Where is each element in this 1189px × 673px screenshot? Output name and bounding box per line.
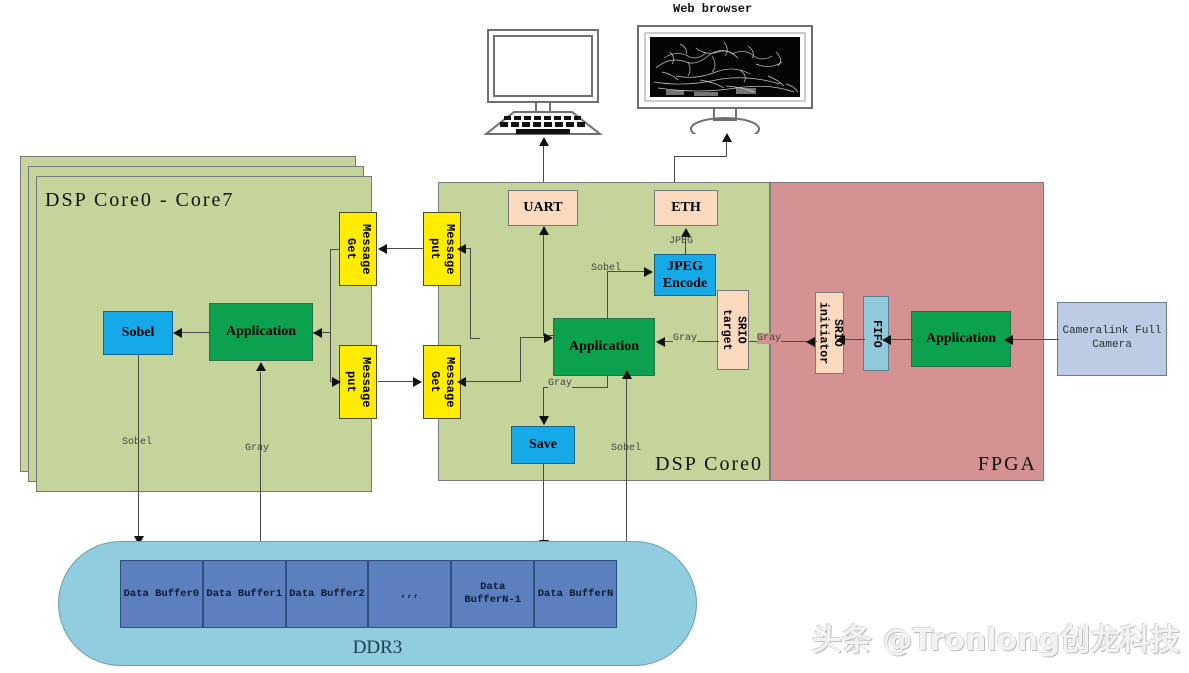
watermark: 头条 @Tronlong创龙科技 (812, 623, 1181, 658)
buffer-cell-n-minus-1[interactable]: Data BufferN-1 (451, 560, 535, 628)
edge-left-app-joint (330, 332, 332, 333)
node-fpga-application[interactable]: Application (911, 311, 1011, 367)
dsp-core0-label: DSP Core0 (655, 453, 763, 475)
node-left-application[interactable]: Application (209, 303, 313, 361)
edge-label-gray-srio: Gray (673, 333, 698, 344)
edge-put-to-get-upper (387, 248, 424, 250)
node-eth[interactable]: ETH (654, 190, 718, 226)
srio-target-label: SRIO target (720, 309, 748, 351)
arrowhead-fifo-srio (836, 335, 845, 345)
edge-app-up-sobel (607, 271, 609, 319)
arrowhead-app-uart (539, 226, 549, 235)
edge-fifo-to-srio (845, 339, 865, 341)
arrowhead-app-msgput (457, 244, 466, 254)
arrowhead-gray-save (539, 416, 549, 425)
diagram-canvas: Web browser DSP Core0 - Core7 DSP Core0 … (0, 0, 1189, 673)
arrowhead-msgget-back (457, 377, 466, 387)
arrowhead-app-sobel (173, 328, 182, 338)
node-message-put-mid[interactable]: Message put (423, 212, 461, 286)
dsp-multicore-label: DSP Core0 - Core7 (45, 189, 235, 211)
arrowhead-srio-link (806, 337, 815, 347)
edge-ddr-to-app-sobel (626, 378, 628, 548)
arrowhead-app-fifo (882, 335, 891, 345)
node-message-get-mid[interactable]: Message Get (423, 345, 461, 419)
edge-app-to-fifo (891, 339, 913, 341)
node-cameralink-camera[interactable]: Cameralink Full Camera (1057, 302, 1167, 376)
edge-label-sobel-ddr: Sobel (611, 443, 642, 454)
edge-label-gray-save: Gray (548, 378, 573, 389)
message-get-left-label: Message Get (344, 223, 373, 275)
edge-msgget-into-app (520, 337, 545, 339)
arrowhead-eth-monitor (722, 133, 732, 142)
edge-label-jpeg: JPEG (669, 236, 694, 247)
laptop-display (483, 29, 603, 135)
edge-eth-to-monitor (726, 142, 728, 157)
edge-msgget-to-app-h (461, 381, 521, 383)
arrowhead-put-get-lower (413, 377, 422, 387)
buffer-cell-2[interactable]: Data Buffer2 (285, 560, 369, 628)
edge-app-to-msgput (470, 248, 472, 338)
arrowhead-sobel-jpeg (644, 267, 653, 277)
node-jpeg-encode[interactable]: JPEG Encode (654, 254, 716, 296)
message-get-mid-label: Message Get (428, 356, 457, 408)
edge-gray-to-app-left (260, 372, 262, 548)
edge-app-to-sobel (182, 332, 210, 334)
edge-app-gray-v (543, 387, 545, 417)
srio-initiator-label: SRIO initiator (816, 301, 844, 365)
node-left-sobel[interactable]: Sobel (103, 311, 173, 355)
edge-label-sobel-jpeg: Sobel (591, 263, 622, 274)
arrowhead-camera-app (1004, 335, 1013, 345)
arrowhead-uart-laptop (539, 137, 549, 146)
node-mid-application[interactable]: Application (553, 318, 655, 376)
edge-getleft-stub (330, 249, 340, 251)
ddr3-buffer-row: Data Buffer0 Data Buffer1 Data Buffer2 ,… (120, 560, 617, 628)
node-srio-target[interactable]: SRIO target (717, 290, 749, 370)
edge-msgget-to-app-v (520, 337, 522, 382)
edge-label-gray-fpga: Gray (757, 333, 782, 344)
web-browser-monitor (637, 25, 813, 134)
buffer-cell-ellipsis[interactable]: ,,, (368, 560, 452, 628)
message-put-mid-label: Message put (428, 223, 457, 275)
edge-app-to-uart (543, 227, 545, 335)
arrowhead-into-left-app (313, 328, 322, 338)
edge-getleft-down (330, 249, 332, 382)
node-srio-initiator[interactable]: SRIO initiator (815, 292, 844, 374)
arrowhead-put-get-upper (378, 244, 387, 254)
edge-eth-across (674, 156, 727, 158)
arrowhead-ddr-app-sobel (622, 370, 632, 379)
arrowhead-msgget-app (544, 333, 553, 343)
buffer-cell-1[interactable]: Data Buffer1 (202, 560, 286, 628)
edge-app-gray-stub (607, 376, 609, 388)
fpga-label: FPGA (977, 453, 1037, 475)
message-put-left-label: Message put (344, 356, 373, 408)
node-message-get-left[interactable]: Message Get (339, 212, 377, 286)
arrowhead-gray-app-left (256, 362, 266, 371)
buffer-cell-n[interactable]: Data BufferN (534, 560, 617, 628)
node-save[interactable]: Save (511, 426, 575, 464)
ddr3-label: DDR3 (352, 637, 403, 658)
arrowhead-to-putleft (332, 377, 341, 387)
edge-label-gray-left: Gray (245, 443, 270, 454)
edge-label-sobel-left: Sobel (122, 437, 153, 448)
arrowhead-srio-app (656, 337, 665, 347)
edge-save-to-ddr (543, 464, 545, 544)
web-browser-caption: Web browser (673, 2, 753, 16)
node-uart[interactable]: UART (508, 190, 578, 226)
edge-camera-to-app (1013, 339, 1059, 341)
edge-put-to-get-lower (378, 381, 414, 383)
edge-msgput-joint (470, 338, 480, 340)
buffer-cell-0[interactable]: Data Buffer0 (120, 560, 203, 628)
node-message-put-left[interactable]: Message put (339, 345, 377, 419)
node-fifo[interactable]: FIFO (863, 296, 889, 371)
